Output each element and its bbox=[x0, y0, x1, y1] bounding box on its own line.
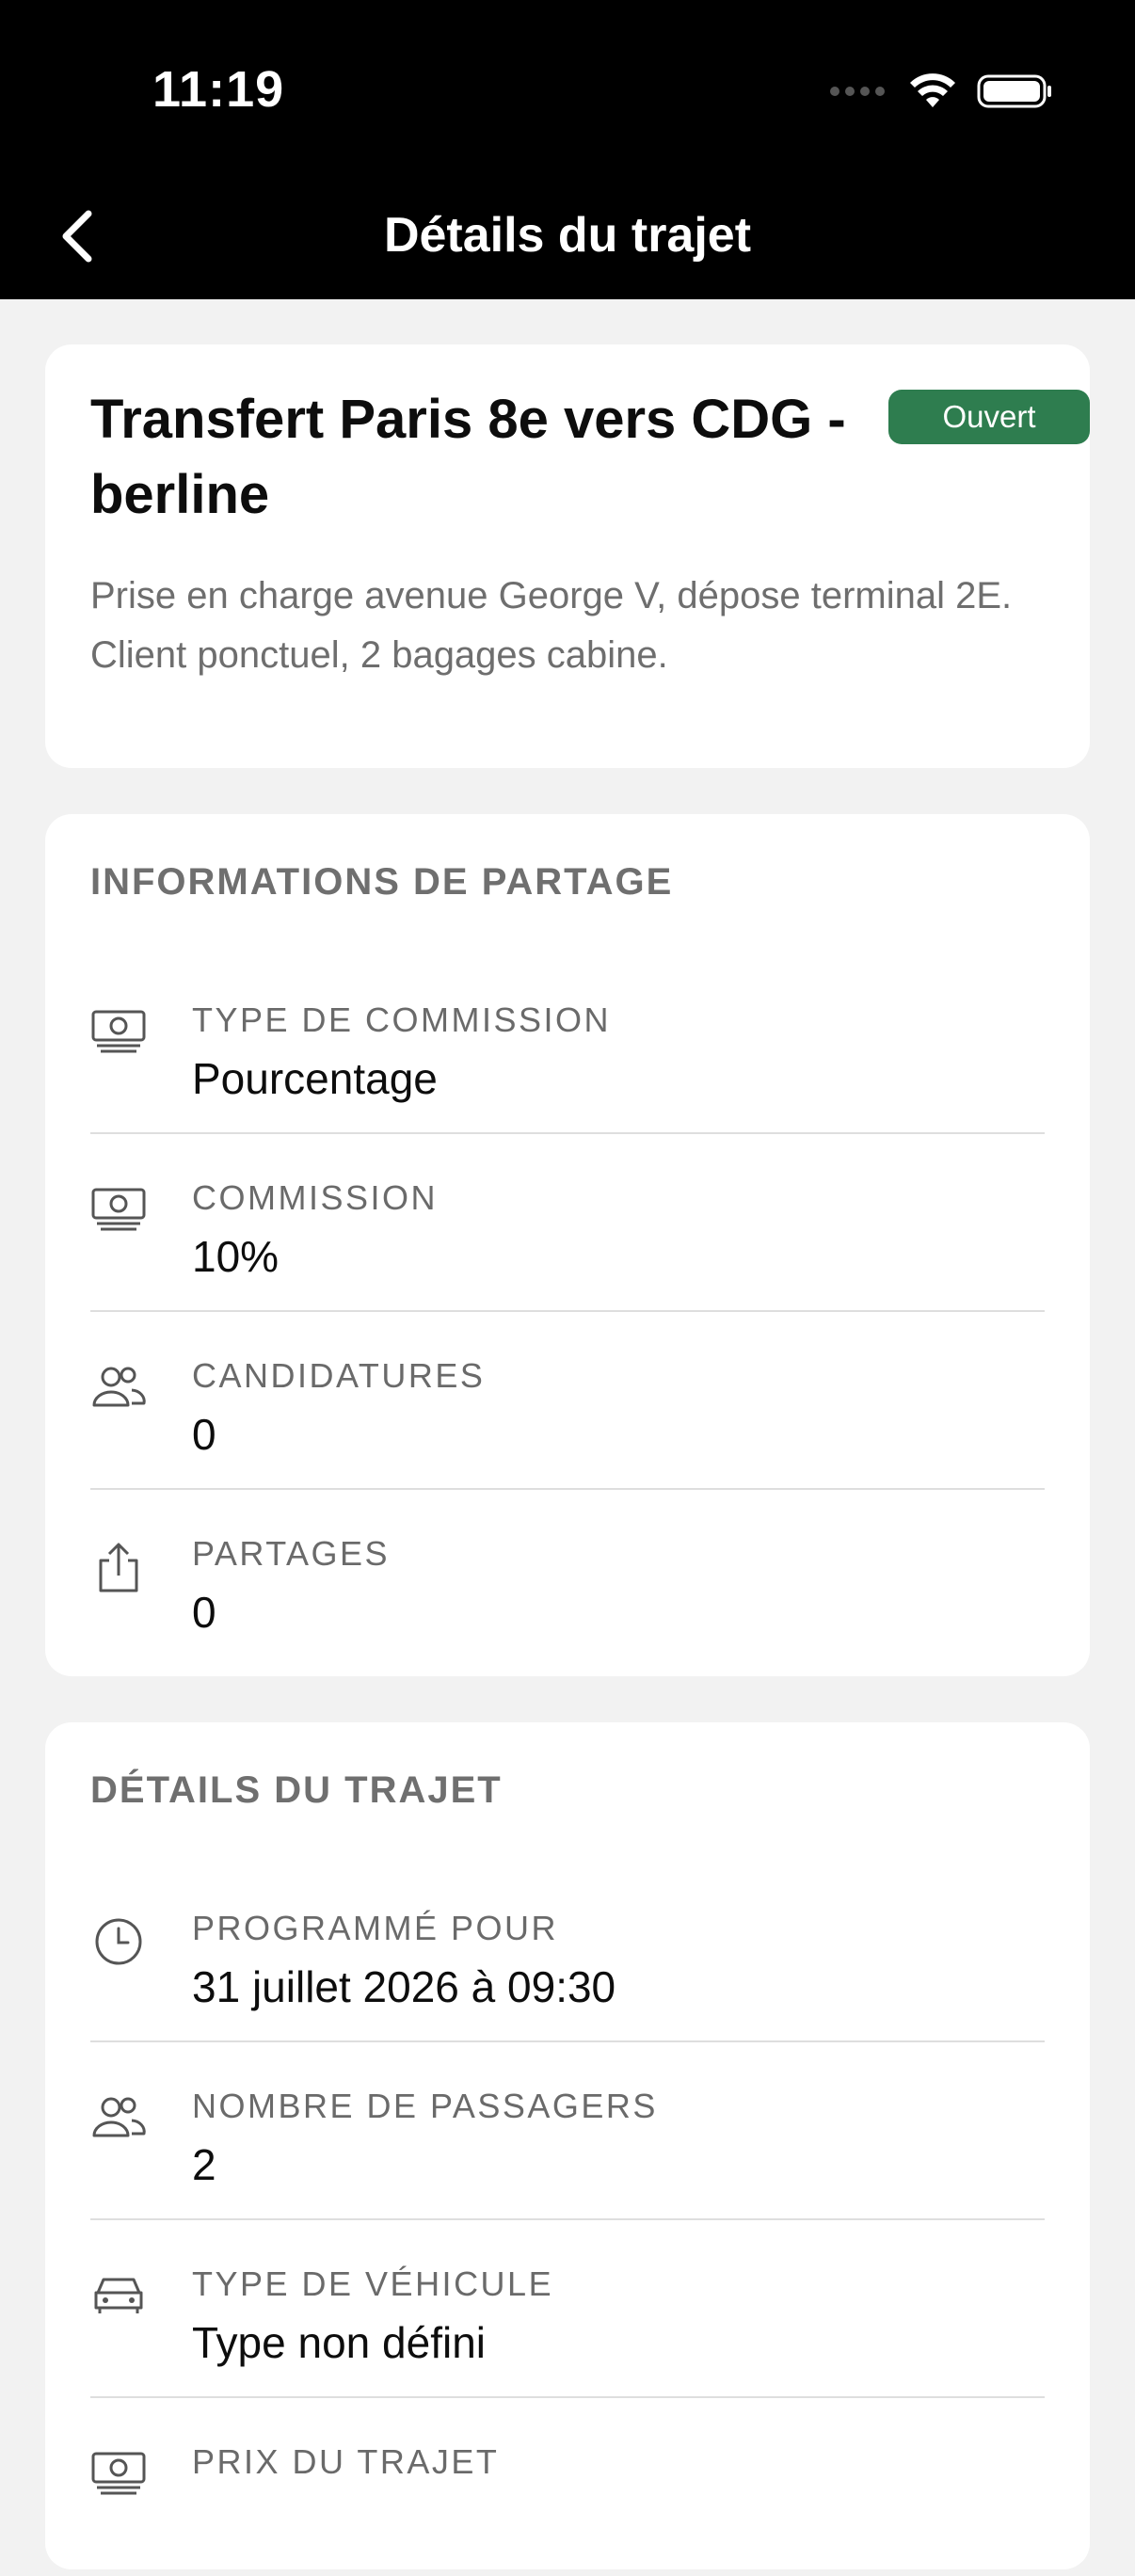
share-info-card: INFORMATIONS DE PARTAGE TYPE DE COMMISSI… bbox=[45, 814, 1090, 1676]
info-row-applications: CANDIDATURES 0 bbox=[90, 1313, 1045, 1490]
row-label: PARTAGES bbox=[192, 1534, 391, 1573]
row-label: CANDIDATURES bbox=[192, 1356, 486, 1395]
money-icon bbox=[90, 1186, 147, 1242]
info-row-vehicle-type: TYPE DE VÉHICULE Type non défini bbox=[90, 2221, 1045, 2398]
row-label: PROGRAMMÉ POUR bbox=[192, 1909, 559, 1947]
divider bbox=[90, 2218, 1045, 2220]
divider bbox=[90, 2040, 1045, 2042]
status-time: 11:19 bbox=[152, 61, 285, 118]
row-label: TYPE DE VÉHICULE bbox=[192, 2264, 554, 2303]
status-icons bbox=[830, 68, 1052, 115]
money-icon bbox=[90, 1008, 147, 1064]
row-label: PRIX DU TRAJET bbox=[192, 2442, 500, 2481]
section-title: INFORMATIONS DE PARTAGE bbox=[90, 861, 674, 903]
row-value: Type non défini bbox=[192, 2318, 487, 2367]
signal-icon bbox=[830, 87, 885, 96]
info-row-commission: COMMISSION 10% bbox=[90, 1135, 1045, 1312]
row-label: TYPE DE COMMISSION bbox=[192, 1000, 612, 1039]
battery-icon bbox=[977, 74, 1051, 108]
trip-description: Prise en charge avenue George V, dépose … bbox=[90, 575, 1013, 676]
info-row-scheduled: PROGRAMMÉ POUR 31 juillet 2026 à 09:30 bbox=[90, 1865, 1045, 2042]
divider bbox=[90, 1488, 1045, 1490]
row-value: 0 bbox=[192, 1588, 216, 1637]
top-bar: 11:19 Détails du trajet bbox=[0, 0, 1135, 299]
divider bbox=[90, 1132, 1045, 1134]
info-row-passengers: NOMBRE DE PASSAGERS 2 bbox=[90, 2043, 1045, 2220]
row-label: COMMISSION bbox=[192, 1178, 439, 1217]
row-label: NOMBRE DE PASSAGERS bbox=[192, 2087, 658, 2125]
divider bbox=[90, 1310, 1045, 1312]
section-title: DÉTAILS DU TRAJET bbox=[90, 1769, 503, 1811]
wifi-icon bbox=[910, 73, 955, 107]
row-value: 0 bbox=[192, 1410, 216, 1459]
status-badge: Ouvert bbox=[888, 390, 1090, 444]
car-icon bbox=[90, 2272, 147, 2328]
share-icon bbox=[90, 1542, 147, 1598]
people-icon bbox=[90, 2094, 147, 2151]
clock-icon bbox=[90, 1916, 147, 1973]
info-row-price: PRIX DU TRAJET bbox=[90, 2399, 1045, 2576]
page-title: Détails du trajet bbox=[383, 208, 752, 263]
row-value: 2 bbox=[192, 2140, 216, 2189]
people-icon bbox=[90, 1364, 147, 1420]
trip-details-card: DÉTAILS DU TRAJET PROGRAMMÉ POUR 31 juil… bbox=[45, 1722, 1090, 2569]
divider bbox=[90, 2396, 1045, 2398]
info-row-commission-type: TYPE DE COMMISSION Pourcentage bbox=[90, 957, 1045, 1134]
row-value: Pourcentage bbox=[192, 1054, 438, 1103]
money-icon bbox=[90, 2450, 147, 2506]
row-value: 31 juillet 2026 à 09:30 bbox=[192, 1962, 616, 2011]
trip-summary-card: Transfert Paris 8e vers CDG - berline Ou… bbox=[45, 344, 1090, 768]
info-row-shares: PARTAGES 0 bbox=[90, 1491, 1045, 1668]
trip-title: Transfert Paris 8e vers CDG - berline bbox=[90, 389, 846, 525]
row-value: 10% bbox=[192, 1232, 280, 1281]
